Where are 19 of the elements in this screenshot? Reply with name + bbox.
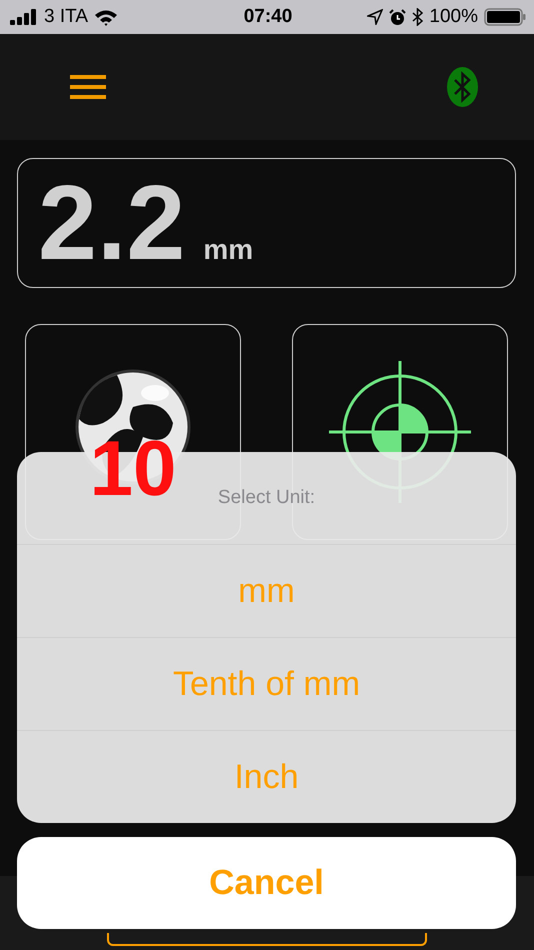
count-label: 10	[90, 429, 176, 507]
carrier-label: 3 ITA	[44, 6, 88, 28]
clock-time: 07:40	[244, 6, 292, 28]
wifi-icon	[94, 8, 118, 26]
battery-icon	[484, 8, 526, 26]
unit-option[interactable]: Tenth of mm	[17, 637, 516, 730]
menu-icon[interactable]	[70, 75, 106, 99]
reading-value: 2.2	[38, 163, 186, 284]
toolbar-button[interactable]	[107, 933, 427, 946]
unit-option[interactable]: Inch	[17, 730, 516, 823]
signal-icon	[10, 9, 38, 25]
bluetooth-icon	[412, 8, 424, 26]
bluetooth-icon[interactable]	[447, 67, 478, 107]
cancel-button[interactable]: Cancel	[17, 837, 516, 929]
alarm-icon	[389, 8, 406, 26]
location-icon	[367, 9, 384, 25]
battery-percent: 100%	[429, 6, 478, 28]
unit-option[interactable]: mm	[17, 544, 516, 637]
reading-unit: mm	[203, 234, 254, 266]
